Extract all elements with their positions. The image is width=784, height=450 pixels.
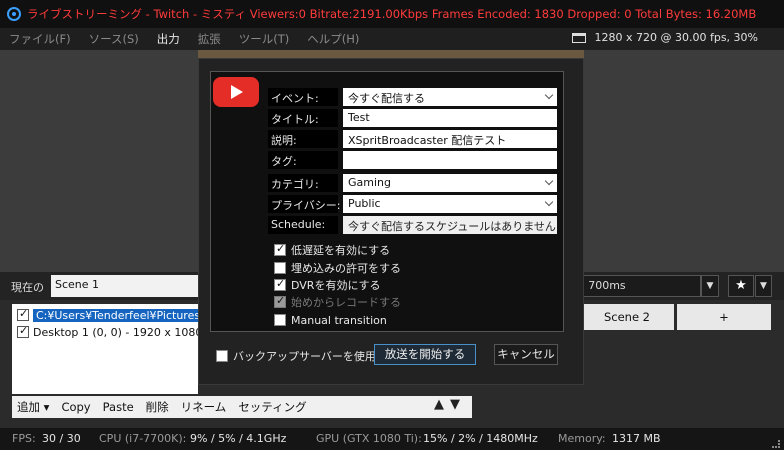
manual-transition-option[interactable]: Manual transition bbox=[274, 313, 387, 327]
record-from-start-option: 始めからレコードする bbox=[274, 294, 401, 309]
cancel-button[interactable]: キャンセル bbox=[494, 344, 558, 365]
favorite-scene-button[interactable]: ★ bbox=[728, 275, 754, 297]
menu-output[interactable]: 出力 bbox=[148, 31, 189, 47]
schedule-field: 今すぐ配信するスケジュールはありません bbox=[343, 216, 557, 234]
paste-button[interactable]: Paste bbox=[103, 400, 134, 414]
star-icon: ★ bbox=[735, 278, 747, 293]
embed-label: 埋め込みの許可をする bbox=[291, 262, 401, 275]
chevron-down-icon: ▼ bbox=[760, 281, 767, 291]
privacy-select[interactable]: Public bbox=[343, 195, 557, 213]
source-label: Desktop 1 (0, 0) - 1920 x 1080 bbox=[33, 325, 203, 339]
menu-source[interactable]: ソース(S) bbox=[80, 31, 148, 47]
monitor-icon bbox=[572, 32, 587, 43]
manual-transition-checkbox[interactable] bbox=[274, 314, 286, 326]
description-input[interactable]: XSpritBroadcaster 配信テスト bbox=[343, 130, 557, 148]
low-latency-checkbox[interactable] bbox=[274, 242, 286, 256]
source-visibility-checkbox[interactable] bbox=[17, 307, 29, 321]
schedule-label: Schedule: bbox=[268, 216, 338, 234]
add-source-button[interactable]: 追加 ▾ bbox=[17, 399, 49, 415]
category-select[interactable]: Gaming bbox=[343, 174, 557, 192]
resolution-indicator: 1280 x 720 @ 30.00 fps, 30% bbox=[572, 31, 758, 44]
memory-value: 1317 MB bbox=[612, 432, 661, 445]
rename-button[interactable]: リネーム bbox=[181, 399, 227, 415]
add-scene-button[interactable]: + bbox=[677, 304, 771, 330]
cpu-label: CPU (i7-7700K): bbox=[99, 432, 187, 445]
low-latency-option[interactable]: 低遅延を有効にする bbox=[274, 242, 391, 257]
title-bar: ライブストリーミング - Twitch - ミスティ Viewers:0 Bit… bbox=[0, 0, 784, 28]
menu-extensions[interactable]: 拡張 bbox=[189, 31, 230, 47]
chevron-down-icon: ▼ bbox=[706, 281, 714, 291]
start-broadcast-button[interactable]: 放送を開始する bbox=[374, 344, 476, 365]
fps-label: FPS: bbox=[12, 432, 36, 445]
gpu-label: GPU (GTX 1080 Ti): bbox=[316, 432, 422, 445]
record-from-start-checkbox bbox=[274, 294, 286, 308]
delete-button[interactable]: 削除 bbox=[146, 399, 169, 415]
source-item[interactable]: Desktop 1 (0, 0) - 1920 x 1080 bbox=[17, 324, 202, 340]
category-label: カテゴリ: bbox=[268, 174, 338, 192]
gpu-value: 15% / 2% / 1480MHz bbox=[423, 432, 538, 445]
window-title: ライブストリーミング - Twitch - ミスティ Viewers:0 Bit… bbox=[27, 7, 757, 21]
memory-label: Memory: bbox=[558, 432, 606, 445]
source-item[interactable]: C:¥Users¥Tenderfeel¥Pictures¥pi bbox=[17, 307, 221, 323]
transition-delay-field[interactable]: : 700ms bbox=[575, 275, 701, 297]
resize-grip[interactable] bbox=[772, 440, 780, 448]
source-label: C:¥Users¥Tenderfeel¥Pictures¥pi bbox=[33, 308, 221, 322]
fps-value: 30 / 30 bbox=[42, 432, 81, 445]
dvr-option[interactable]: DVRを有効にする bbox=[274, 277, 381, 292]
tags-label: タグ: bbox=[268, 151, 338, 169]
dvr-label: DVRを有効にする bbox=[291, 279, 381, 292]
menu-tools[interactable]: ツール(T) bbox=[230, 31, 299, 47]
copy-button[interactable]: Copy bbox=[61, 400, 90, 414]
embed-checkbox[interactable] bbox=[274, 262, 286, 274]
menu-bar: ファイル(F) ソース(S) 出力 拡張 ツール(T) ヘルプ(H) 1280 … bbox=[0, 28, 784, 50]
dvr-checkbox[interactable] bbox=[274, 277, 286, 291]
cpu-value: 9% / 5% / 4.1GHz bbox=[190, 432, 287, 445]
scene-name-field[interactable]: Scene 1 bbox=[51, 275, 201, 297]
broadcast-app-icon bbox=[7, 7, 21, 21]
source-visibility-checkbox[interactable] bbox=[17, 324, 29, 338]
menu-help[interactable]: ヘルプ(H) bbox=[298, 31, 368, 47]
record-from-start-label: 始めからレコードする bbox=[291, 296, 401, 309]
backup-server-option[interactable]: バックアップサーバーを使用する bbox=[216, 348, 398, 364]
resolution-text: 1280 x 720 @ 30.00 fps, 30% bbox=[594, 31, 758, 44]
low-latency-label: 低遅延を有効にする bbox=[291, 244, 391, 257]
backup-server-checkbox[interactable] bbox=[216, 350, 228, 362]
tags-input[interactable] bbox=[343, 151, 557, 169]
sources-toolbar: 追加 ▾ Copy Paste 削除 リネーム セッティング ▲▼ bbox=[12, 396, 472, 418]
preview-image-strip bbox=[198, 50, 584, 58]
delay-dropdown-button[interactable]: ▼ bbox=[701, 275, 719, 297]
title-input[interactable]: Test bbox=[343, 109, 557, 127]
scene-2-button[interactable]: Scene 2 bbox=[580, 304, 674, 330]
privacy-label: プライバシー: bbox=[268, 195, 341, 213]
embed-option[interactable]: 埋め込みの許可をする bbox=[274, 261, 401, 275]
favorite-dropdown-button[interactable]: ▼ bbox=[755, 275, 772, 297]
event-select[interactable]: 今すぐ配信する bbox=[343, 88, 557, 106]
description-label: 説明: bbox=[268, 130, 338, 148]
current-scene-label: 現在の bbox=[11, 281, 44, 294]
settings-button[interactable]: セッティング bbox=[238, 399, 306, 415]
youtube-logo-icon bbox=[213, 77, 259, 107]
event-label: イベント: bbox=[268, 88, 338, 106]
menu-file[interactable]: ファイル(F) bbox=[0, 31, 80, 47]
title-label: タイトル: bbox=[268, 109, 338, 127]
manual-transition-label: Manual transition bbox=[291, 313, 387, 327]
move-up-down-icons[interactable]: ▲▼ bbox=[434, 397, 466, 412]
